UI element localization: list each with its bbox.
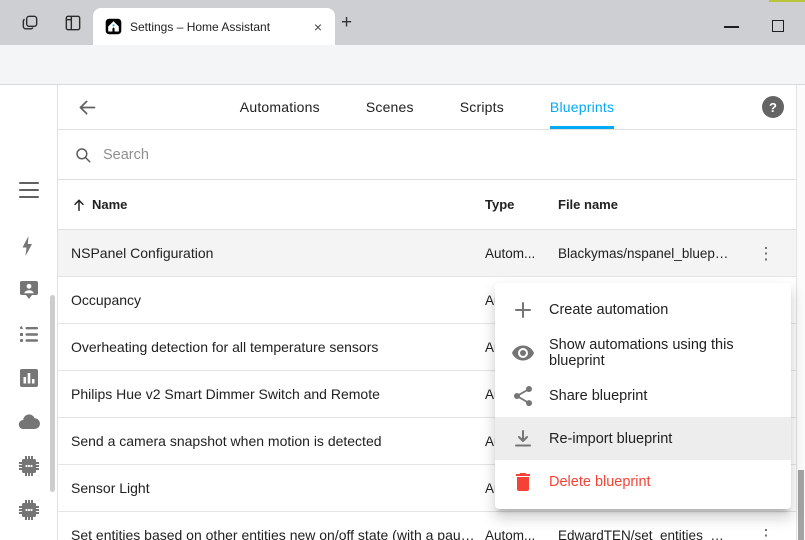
workspaces-icon[interactable] bbox=[20, 13, 40, 33]
browser-window: Settings – Home Assistant × + Not secure… bbox=[0, 0, 805, 540]
app-header: Automations Scenes Scripts Blueprints ? bbox=[58, 85, 796, 130]
row-menu-icon[interactable]: ⋮ bbox=[754, 527, 779, 540]
menu-item-label: Re-import blueprint bbox=[549, 431, 672, 447]
row-menu-icon[interactable]: ⋮ bbox=[754, 245, 779, 262]
voice-assistants-icon[interactable] bbox=[17, 278, 41, 302]
row-name: NSPanel Configuration bbox=[71, 245, 485, 261]
sort-ascending-icon[interactable] bbox=[71, 197, 87, 213]
menu-item-delete-blueprint[interactable]: Delete blueprint bbox=[495, 460, 791, 503]
vertical-tabs-icon[interactable] bbox=[63, 13, 83, 33]
menu-item-label: Share blueprint bbox=[549, 388, 647, 404]
row-name: Overheating detection for all temperatur… bbox=[71, 339, 485, 355]
chip-icon-1[interactable] bbox=[17, 454, 41, 478]
ha-sidebar bbox=[0, 85, 58, 540]
sidebar-menu-icon[interactable] bbox=[19, 182, 39, 198]
tab-automations[interactable]: Automations bbox=[240, 85, 320, 129]
window-maximize-button[interactable] bbox=[772, 20, 784, 32]
row-name: Philips Hue v2 Smart Dimmer Switch and R… bbox=[71, 386, 485, 402]
new-tab-button[interactable]: + bbox=[341, 13, 352, 32]
row-file: Blackymas/nspanel_blueprin... bbox=[558, 246, 736, 261]
help-icon[interactable]: ? bbox=[762, 96, 784, 118]
background-artifact bbox=[769, 0, 805, 2]
share-icon bbox=[511, 384, 535, 408]
plus-icon bbox=[511, 298, 535, 322]
search-icon bbox=[74, 146, 92, 164]
row-type: Autom... bbox=[485, 246, 558, 261]
row-name: Occupancy bbox=[71, 292, 485, 308]
history-icon[interactable] bbox=[17, 366, 41, 390]
column-header-type[interactable]: Type bbox=[485, 197, 558, 212]
page-scrollbar[interactable] bbox=[796, 85, 805, 540]
search-input[interactable]: Search bbox=[103, 147, 149, 163]
menu-item-label: Delete blueprint bbox=[549, 474, 651, 490]
row-name: Set entities based on other entities new… bbox=[71, 527, 485, 540]
row-name: Sensor Light bbox=[71, 480, 485, 496]
logbook-icon[interactable] bbox=[17, 322, 41, 346]
tab-strip: Settings – Home Assistant × + bbox=[0, 0, 805, 45]
table-row[interactable]: NSPanel Configuration Autom... Blackymas… bbox=[58, 230, 796, 277]
chip-icon-2[interactable] bbox=[17, 498, 41, 522]
row-type: Autom... bbox=[485, 528, 558, 540]
tab-scripts[interactable]: Scripts bbox=[460, 85, 504, 129]
sidebar-scrollbar[interactable] bbox=[50, 295, 55, 492]
menu-item-create-automation[interactable]: Create automation bbox=[495, 288, 791, 331]
row-file: EdwardTEN/set_entities_bas... bbox=[558, 528, 736, 540]
window-minimize-button[interactable] bbox=[724, 26, 739, 28]
menu-item-label: Create automation bbox=[549, 302, 668, 318]
download-icon bbox=[511, 427, 535, 451]
tab-blueprints[interactable]: Blueprints bbox=[550, 85, 614, 129]
menu-item-show-automations[interactable]: Show automations using this blueprint bbox=[495, 331, 791, 374]
browser-toolbar: Not secure homeassistant.local:8123/... bbox=[0, 45, 805, 85]
column-header-file[interactable]: File name bbox=[558, 197, 736, 212]
table-header: Name Type File name bbox=[58, 180, 796, 230]
tab-title: Settings – Home Assistant bbox=[130, 20, 301, 34]
tab-scenes[interactable]: Scenes bbox=[366, 85, 414, 129]
home-assistant-favicon bbox=[105, 18, 122, 35]
energy-icon[interactable] bbox=[17, 234, 41, 258]
row-name: Send a camera snapshot when motion is de… bbox=[71, 433, 485, 449]
scrollbar-thumb[interactable] bbox=[798, 470, 804, 540]
cloud-icon[interactable] bbox=[17, 410, 41, 434]
search-bar[interactable]: Search bbox=[58, 130, 796, 180]
settings-tabs: Automations Scenes Scripts Blueprints bbox=[58, 85, 796, 129]
menu-item-share-blueprint[interactable]: Share blueprint bbox=[495, 374, 791, 417]
blueprint-context-menu: Create automation Show automations using… bbox=[495, 283, 791, 509]
trash-icon bbox=[511, 470, 535, 494]
browser-tab[interactable]: Settings – Home Assistant × bbox=[93, 8, 335, 45]
tab-close-icon[interactable]: × bbox=[309, 19, 327, 35]
app-back-icon[interactable] bbox=[77, 97, 98, 118]
column-header-name[interactable]: Name bbox=[92, 197, 127, 212]
menu-item-label: Show automations using this blueprint bbox=[549, 337, 775, 369]
table-row[interactable]: Set entities based on other entities new… bbox=[58, 512, 796, 540]
eye-icon bbox=[511, 341, 535, 365]
menu-item-reimport-blueprint[interactable]: Re-import blueprint bbox=[495, 417, 791, 460]
